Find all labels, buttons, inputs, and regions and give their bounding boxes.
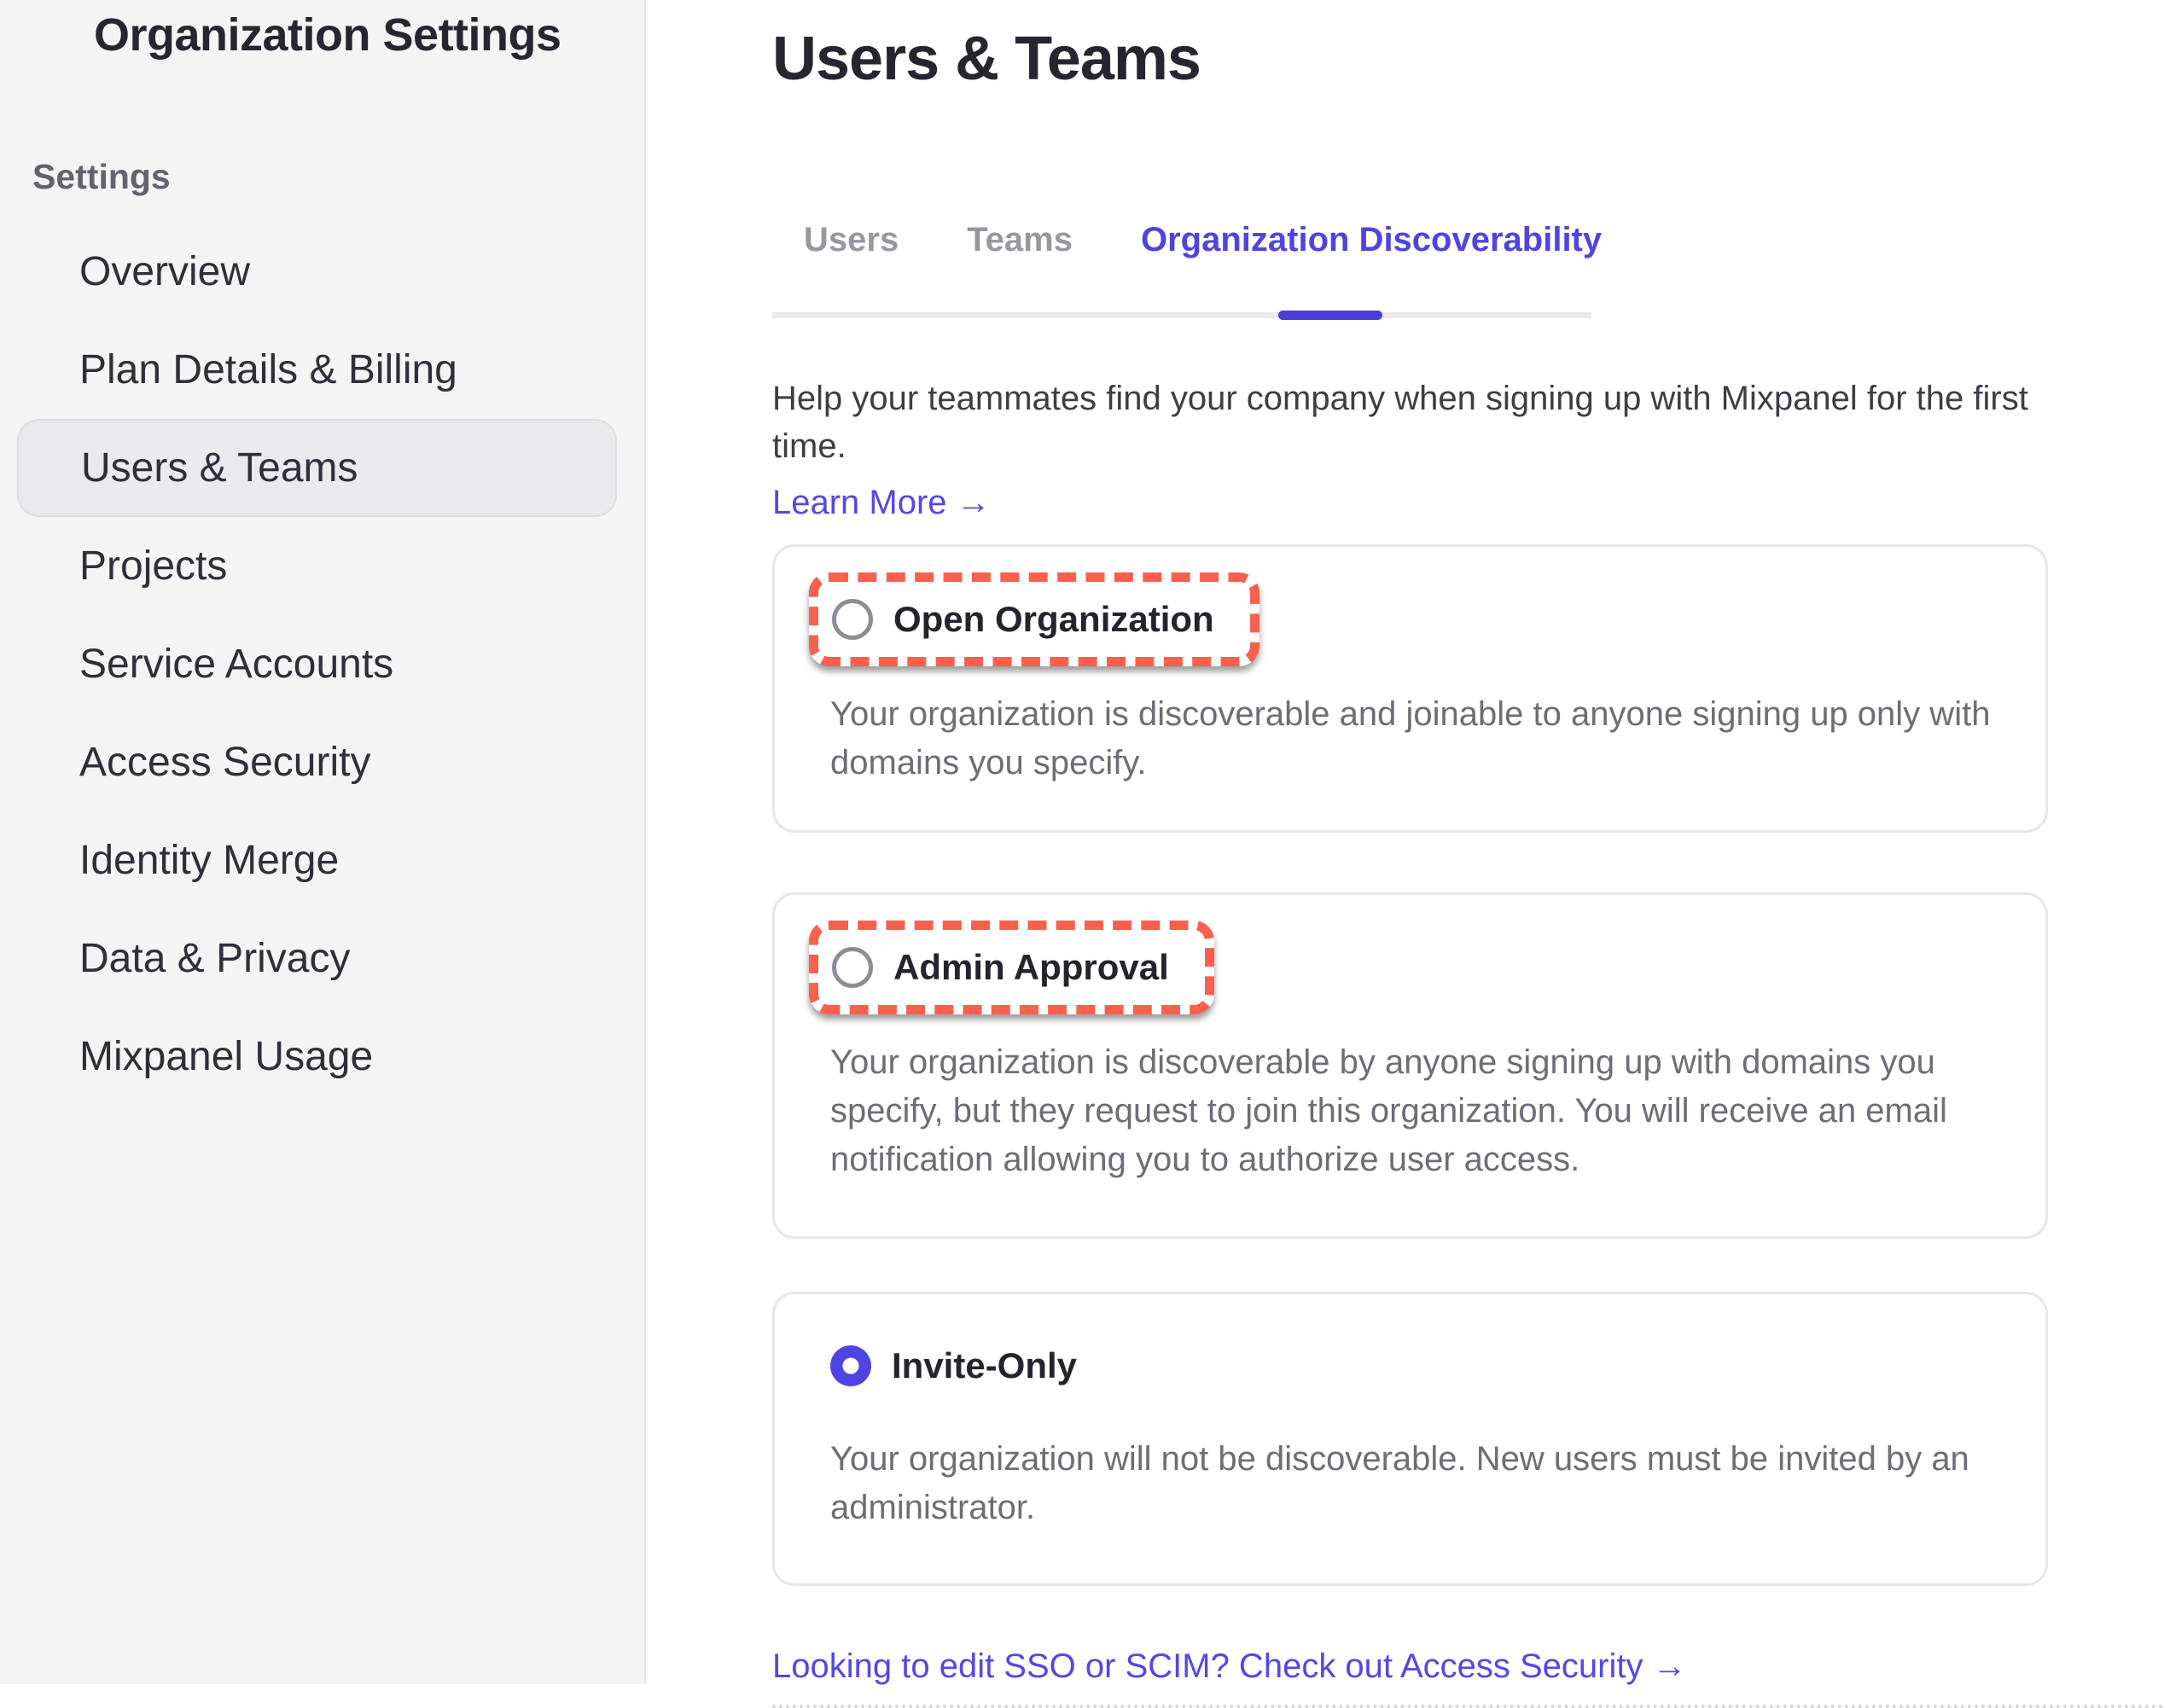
sidebar-section-label: Settings [32,157,644,197]
sidebar-nav: Overview Plan Details & Billing Users & … [0,223,644,1106]
sidebar-item-users-teams[interactable]: Users & Teams [17,419,617,517]
bottom-divider [772,1705,2164,1708]
access-security-link-label: Looking to edit SSO or SCIM? Check out A… [772,1647,1643,1685]
main-content: Users & Teams Users Teams Organization D… [648,0,2164,1684]
arrow-right-icon: → [957,484,991,521]
learn-more-label: Learn More [772,484,947,521]
page-title: Users & Teams [772,24,2164,95]
arrow-right-icon: → [1653,1647,1687,1685]
sidebar-item-service-accounts[interactable]: Service Accounts [0,615,644,713]
option-label-invite-only: Invite-Only [892,1345,1077,1386]
option-label-admin-approval: Admin Approval [893,947,1169,988]
option-card-open-organization: Open Organization Your organization is d… [772,544,2048,833]
annotation-box-open-organization: Open Organization [809,572,1259,666]
sidebar-item-identity-merge[interactable]: Identity Merge [0,811,644,909]
radio-admin-approval[interactable] [832,947,873,988]
radio-invite-only[interactable] [830,1345,871,1386]
intro-text: Help your teammates find your company wh… [772,375,2052,470]
tab-users[interactable]: Users [804,221,899,259]
tab-bar: Users Teams Organization Discoverability [772,221,1591,318]
option-card-invite-only: Invite-Only Your organization will not b… [772,1292,2048,1586]
sidebar-item-access-security[interactable]: Access Security [0,713,644,811]
option-description-admin-approval: Your organization is discoverable by any… [830,1038,2011,1184]
option-card-admin-approval: Admin Approval Your organization is disc… [772,892,2048,1239]
option-description-invite-only: Your organization will not be discoverab… [830,1435,2011,1532]
sidebar-item-projects[interactable]: Projects [0,517,644,615]
active-tab-indicator [1278,311,1382,320]
sidebar-title: Organization Settings [94,9,644,61]
access-security-link[interactable]: Looking to edit SSO or SCIM? Check out A… [772,1647,2164,1686]
option-description-open-organization: Your organization is discoverable and jo… [830,690,2011,787]
sidebar-item-plan-details-billing[interactable]: Plan Details & Billing [0,321,644,419]
annotation-box-admin-approval: Admin Approval [809,921,1214,1014]
radio-open-organization[interactable] [832,599,873,640]
sidebar-item-mixpanel-usage[interactable]: Mixpanel Usage [0,1008,644,1106]
tab-organization-discoverability[interactable]: Organization Discoverability [1141,221,1602,259]
learn-more-link[interactable]: Learn More → [772,484,991,522]
sidebar-item-data-privacy[interactable]: Data & Privacy [0,909,644,1008]
option-label-open-organization: Open Organization [893,599,1214,640]
sidebar-item-overview[interactable]: Overview [0,223,644,321]
tab-teams[interactable]: Teams [967,221,1073,259]
option-row-invite-only: Invite-Only [830,1345,1077,1386]
sidebar: Organization Settings Settings Overview … [0,0,646,1684]
